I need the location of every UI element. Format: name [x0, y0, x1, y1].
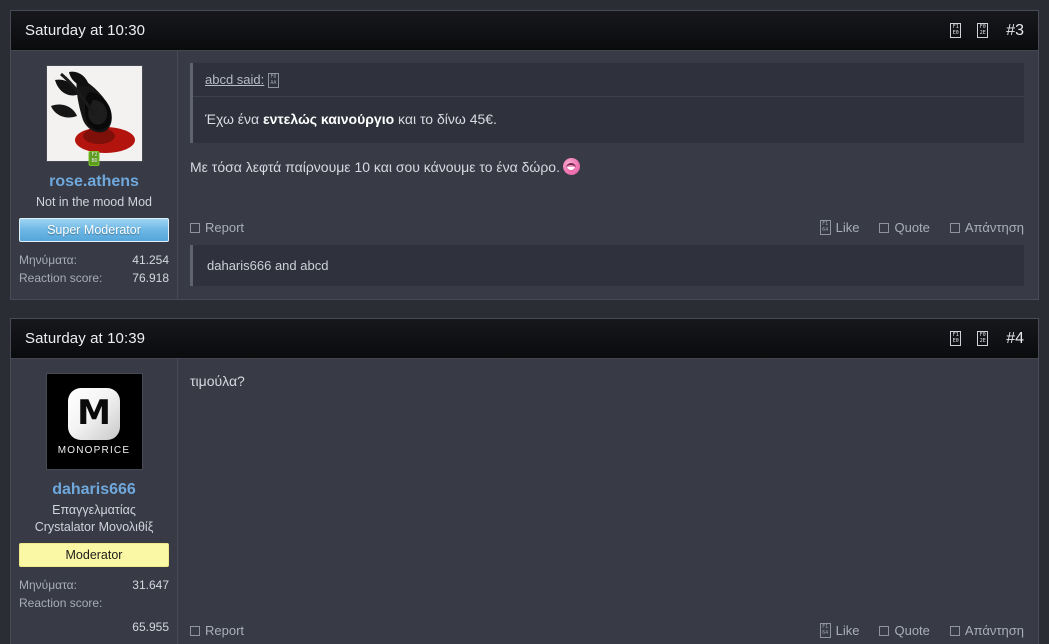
likes-text: daharis666 and abcd [207, 258, 328, 273]
post-4-message-column: τιμούλα? Report F1 64 Like [178, 359, 1038, 644]
quote-text-after: και το δίνω 45€. [394, 111, 497, 127]
thumbs-up-icon: F1 64 [820, 220, 831, 235]
post-3-header-actions: F1 E0 F0 2E #3 [950, 22, 1024, 40]
post-3-number[interactable]: #3 [1006, 22, 1024, 40]
report-icon [190, 626, 200, 636]
post-4-actions-right: F1 64 Like Quote Απάντηση [820, 623, 1024, 638]
like-label: Like [836, 623, 860, 638]
share-icon[interactable]: F1 E0 [950, 23, 961, 38]
stat-label: Μηνύματα: [19, 576, 77, 594]
post-4-main: M MONOPRICE daharis666 Επαγγελματίας Cry… [11, 359, 1038, 644]
post-3-user-stats: Μηνύματα: 41.254 Reaction score: 76.918 [19, 251, 169, 287]
post-3-date[interactable]: Saturday at 10:30 [25, 22, 145, 39]
post-3-username[interactable]: rose.athens [19, 172, 169, 192]
post-3-main: F2 BD rose.athens Not in the mood Mod Su… [11, 51, 1038, 299]
post-3-header: Saturday at 10:30 F1 E0 F0 2E #3 [11, 11, 1038, 51]
quote-icon [879, 223, 889, 233]
quote-attribution: abcd said: F0 AA [193, 63, 1024, 97]
post-4-user-column: M MONOPRICE daharis666 Επαγγελματίας Cry… [11, 359, 178, 644]
quote-icon [879, 626, 889, 636]
monoprice-avatar: M MONOPRICE [47, 374, 142, 469]
rose-avatar [47, 66, 142, 161]
post-4-user-title-line2: Crystalator Μονολιθίξ [19, 519, 169, 536]
post-3: Saturday at 10:30 F1 E0 F0 2E #3 [10, 10, 1039, 300]
post-4-user-stats: Μηνύματα: 31.647 Reaction score: 65.955 [19, 576, 169, 636]
thread-page: Saturday at 10:30 F1 E0 F0 2E #3 [0, 0, 1049, 644]
post-4-header-actions: F1 E0 F0 2E #4 [950, 330, 1024, 348]
quote-block: abcd said: F0 AA Έχω ένα εντελώς καινούρ… [190, 63, 1024, 143]
stat-value: 41.254 [132, 251, 169, 269]
reply-label: Απάντηση [965, 220, 1024, 235]
post-3-actions: Report F1 64 Like Quote [190, 212, 1024, 245]
reply-button[interactable]: Απάντηση [950, 220, 1024, 235]
post-3-message-column: abcd said: F0 AA Έχω ένα εντελώς καινούρ… [178, 51, 1038, 299]
post-4-header: Saturday at 10:39 F1 E0 F0 2E #4 [11, 319, 1038, 359]
like-label: Like [836, 220, 860, 235]
stat-value: 76.918 [132, 269, 169, 287]
quote-button[interactable]: Quote [879, 220, 929, 235]
monoprice-logo-word: MONOPRICE [58, 445, 130, 456]
post-4-date[interactable]: Saturday at 10:39 [25, 330, 145, 347]
post-3-actions-right: F1 64 Like Quote Απάντηση [820, 220, 1024, 235]
post-3-likes-bar[interactable]: daharis666 and abcd [190, 245, 1024, 286]
bookmark-icon[interactable]: F0 2E [977, 23, 988, 38]
quote-jump-icon[interactable]: F0 AA [268, 73, 279, 88]
report-label: Report [205, 623, 244, 638]
post-4-user-title: Επαγγελματίας Crystalator Μονολιθίξ [19, 502, 169, 536]
like-button[interactable]: F1 64 Like [820, 220, 860, 235]
bookmark-icon[interactable]: F0 2E [977, 331, 988, 346]
report-button[interactable]: Report [190, 220, 244, 235]
monoprice-logo-mark: M [68, 388, 120, 440]
post-4-username[interactable]: daharis666 [19, 480, 169, 500]
stat-row: Reaction score: 76.918 [19, 269, 169, 287]
stat-label: Μηνύματα: [19, 251, 77, 269]
stat-value: 65.955 [19, 618, 169, 636]
quote-text-before: Έχω ένα [205, 111, 263, 127]
quote-author-link[interactable]: abcd said: [205, 72, 264, 87]
quote-button[interactable]: Quote [879, 623, 929, 638]
post-4-user-title-line1: Επαγγελματίας [19, 502, 169, 519]
report-label: Report [205, 220, 244, 235]
stat-row: Μηνύματα: 41.254 [19, 251, 169, 269]
post-3-user-title: Not in the mood Mod [19, 194, 169, 211]
post-4-actions: Report F1 64 Like Quote [190, 615, 1024, 644]
reply-button[interactable]: Απάντηση [950, 623, 1024, 638]
report-icon [190, 223, 200, 233]
stat-row: Μηνύματα: 31.647 [19, 576, 169, 594]
post-4-body: τιμούλα? [190, 371, 1024, 393]
tongue-out-emoji [563, 158, 580, 175]
quote-label: Quote [894, 220, 929, 235]
quote-text-bold: εντελώς καινούργιο [263, 111, 394, 127]
stat-row: Reaction score: 65.955 [19, 594, 169, 636]
reply-icon [950, 626, 960, 636]
quote-label: Quote [894, 623, 929, 638]
online-badge-icon: F2 BD [89, 151, 100, 166]
avatar[interactable]: M MONOPRICE [46, 373, 143, 470]
stat-label: Reaction score: [19, 594, 102, 612]
report-button[interactable]: Report [190, 623, 244, 638]
reply-label: Απάντηση [965, 623, 1024, 638]
post-3-user-banner: Super Moderator [19, 218, 169, 242]
post-3-user-column: F2 BD rose.athens Not in the mood Mod Su… [11, 51, 178, 299]
post-4-user-banner: Moderator [19, 543, 169, 567]
monoprice-logo-letter: M [77, 396, 111, 430]
post-4-number[interactable]: #4 [1006, 330, 1024, 348]
stat-label: Reaction score: [19, 269, 102, 287]
stat-value: 31.647 [132, 576, 169, 594]
post-4: Saturday at 10:39 F1 E0 F0 2E #4 M [10, 318, 1039, 644]
share-icon[interactable]: F1 E0 [950, 331, 961, 346]
reply-icon [950, 223, 960, 233]
like-button[interactable]: F1 64 Like [820, 623, 860, 638]
quote-text: Έχω ένα εντελώς καινούργιο και το δίνω 4… [193, 97, 1024, 143]
thumbs-up-icon: F1 64 [820, 623, 831, 638]
post-3-body: Με τόσα λεφτά παίρνουμε 10 και σου κάνου… [190, 157, 1024, 179]
avatar[interactable]: F2 BD [46, 65, 143, 162]
post-3-body-text: Με τόσα λεφτά παίρνουμε 10 και σου κάνου… [190, 159, 560, 175]
